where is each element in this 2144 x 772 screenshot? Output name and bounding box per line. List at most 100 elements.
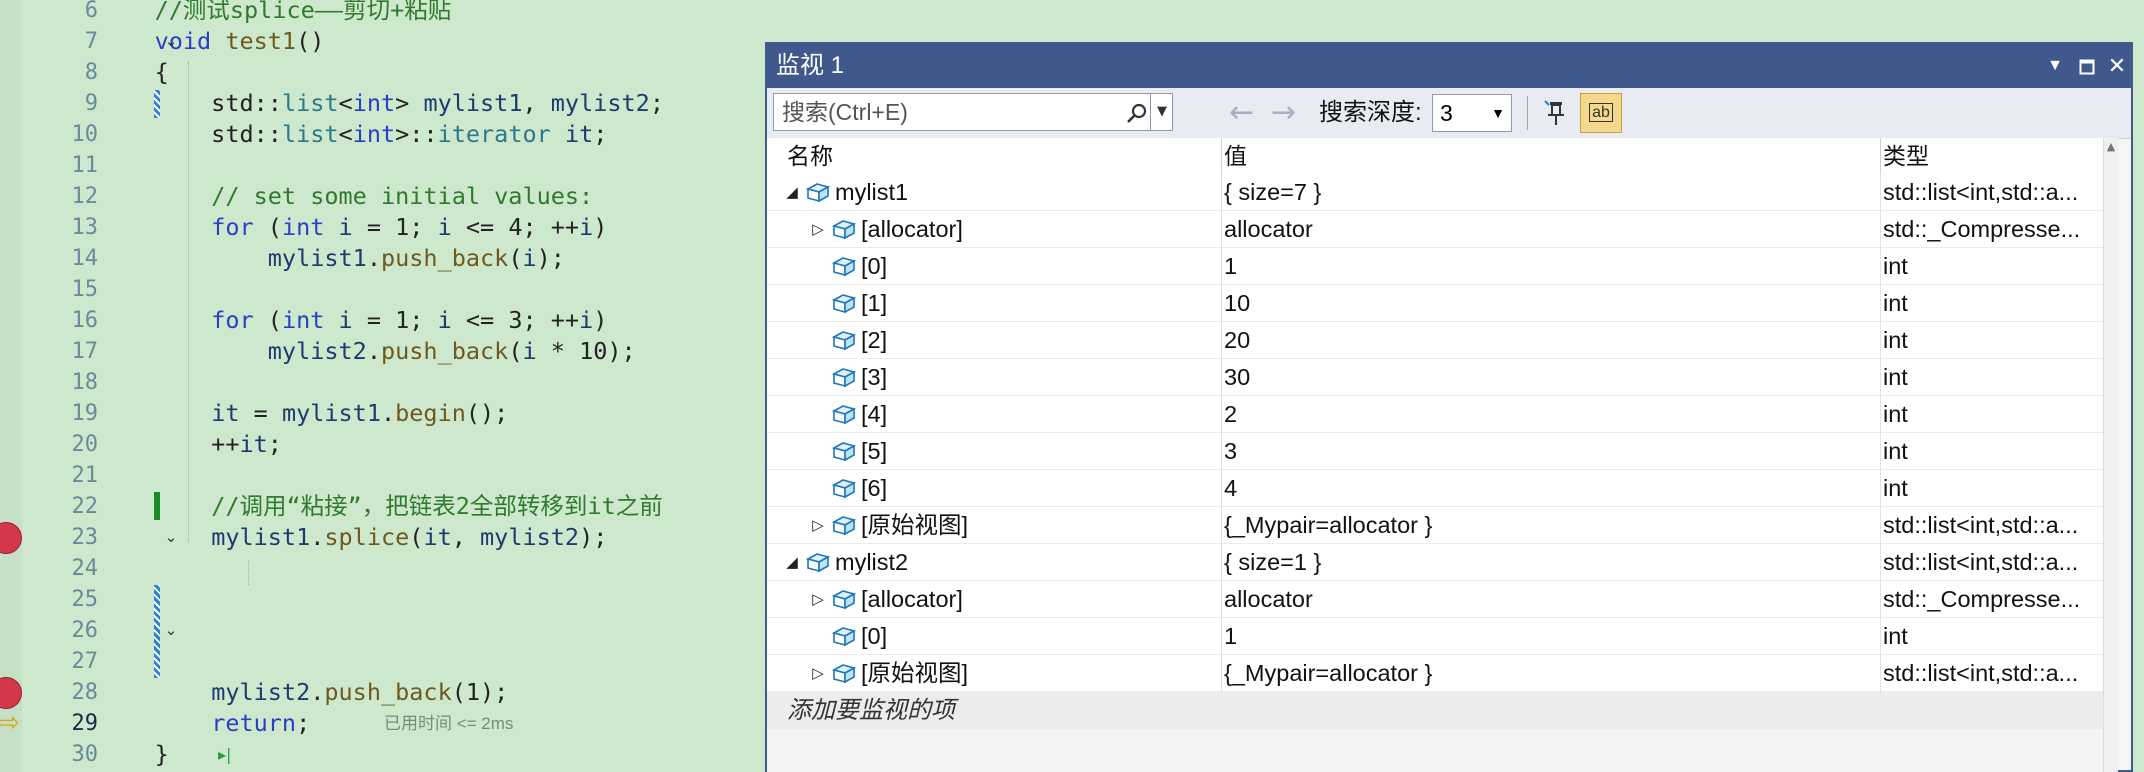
code-line[interactable]: 19 it = mylist1.begin(); bbox=[0, 398, 770, 429]
search-icon[interactable] bbox=[1124, 94, 1150, 130]
code-line[interactable]: 20 ++it; bbox=[0, 429, 770, 460]
fold-toggle-icon[interactable]: ⌄ bbox=[162, 528, 180, 546]
search-box[interactable]: ▼ bbox=[773, 93, 1173, 131]
code-text[interactable]: } bbox=[98, 739, 169, 770]
code-line[interactable]: 13 for (int i = 1; i <= 4; ++i) bbox=[0, 212, 770, 243]
watch-row-value[interactable]: { size=7 } bbox=[1224, 174, 1321, 211]
watch-row-name[interactable]: mylist1 bbox=[835, 174, 908, 211]
code-text[interactable]: mylist2.push_back(i * 10); bbox=[98, 336, 636, 367]
fold-toggle-icon[interactable]: ⌄ bbox=[162, 621, 180, 639]
watch-row[interactable]: ▷ [原始视图] {_Mypair=allocator } std::list<int… bbox=[767, 507, 2103, 544]
code-text[interactable]: ++it; bbox=[98, 429, 282, 460]
watch-row[interactable]: [0] 1 int bbox=[767, 618, 2103, 655]
code-line[interactable]: 24 bbox=[0, 553, 770, 584]
search-depth-select[interactable]: 3 ▼ bbox=[1432, 94, 1512, 132]
watch-row[interactable]: [5] 3 int bbox=[767, 433, 2103, 470]
watch-row-value[interactable]: 1 bbox=[1224, 248, 1237, 285]
code-line[interactable]: 21 bbox=[0, 460, 770, 491]
watch-row[interactable]: [1] 10 int bbox=[767, 285, 2103, 322]
column-header-name[interactable]: 名称 bbox=[787, 138, 833, 174]
code-line[interactable]: 11 bbox=[0, 150, 770, 181]
code-line[interactable]: 7 void test1() ⌄ bbox=[0, 26, 770, 57]
watch-row-name[interactable]: [原始视图] bbox=[861, 655, 968, 692]
watch-row-value[interactable]: 10 bbox=[1224, 285, 1250, 322]
code-line[interactable]: 29 return; ⇨ 已用时间 <= 2ms bbox=[0, 708, 770, 739]
watch-row-value[interactable]: allocator bbox=[1224, 211, 1313, 248]
pin-icon[interactable] bbox=[1540, 94, 1572, 132]
code-line[interactable]: 27 bbox=[0, 646, 770, 677]
watch-row-value[interactable]: 30 bbox=[1224, 359, 1250, 396]
expand-triangle-icon[interactable]: ▷ bbox=[809, 507, 827, 544]
code-text[interactable]: mylist2.push_back(1); bbox=[98, 677, 508, 708]
code-line[interactable]: 30 } ▸| bbox=[0, 739, 770, 770]
fold-toggle-icon[interactable]: ⌄ bbox=[162, 32, 180, 50]
watch-row[interactable]: [2] 20 int bbox=[767, 322, 2103, 359]
watch-row[interactable]: ▷ [allocator] allocator std::_Compresse... bbox=[767, 211, 2103, 248]
code-text[interactable]: //调用“粘接”，把链表2全部转移到it之前 bbox=[98, 491, 663, 522]
code-line[interactable]: 22 //调用“粘接”，把链表2全部转移到it之前 bbox=[0, 491, 770, 522]
expand-triangle-icon[interactable]: ▷ bbox=[809, 581, 827, 618]
watch-row-value[interactable]: { size=1 } bbox=[1224, 544, 1321, 581]
code-text[interactable]: mylist1.push_back(i); bbox=[98, 243, 565, 274]
code-text[interactable]: { bbox=[98, 57, 169, 88]
watch-row-value[interactable]: 2 bbox=[1224, 396, 1237, 433]
watch-row-name[interactable]: [4] bbox=[861, 396, 887, 433]
code-line[interactable]: 14 mylist1.push_back(i); bbox=[0, 243, 770, 274]
watch-row-value[interactable]: {_Mypair=allocator } bbox=[1224, 655, 1432, 692]
code-text[interactable]: // set some initial values: bbox=[98, 181, 593, 212]
code-line[interactable]: 8 { bbox=[0, 57, 770, 88]
watch-row-value[interactable]: {_Mypair=allocator } bbox=[1224, 507, 1432, 544]
code-text[interactable]: void test1() bbox=[98, 26, 325, 57]
watch-row-value[interactable]: 3 bbox=[1224, 433, 1237, 470]
watch-row-name[interactable]: [0] bbox=[861, 618, 887, 655]
collapse-triangle-icon[interactable]: ◢ bbox=[783, 174, 801, 211]
run-to-cursor-icon[interactable]: ▸| bbox=[218, 739, 231, 770]
maximize-icon[interactable] bbox=[2071, 44, 2103, 88]
scroll-up-icon[interactable]: ▲ bbox=[2104, 138, 2118, 156]
code-line[interactable]: 26 ⌄ bbox=[0, 615, 770, 646]
breakpoint-icon[interactable] bbox=[0, 522, 22, 554]
expand-triangle-icon[interactable]: ▷ bbox=[809, 211, 827, 248]
watch-row[interactable]: ▷ [allocator] allocator std::_Compresse... bbox=[767, 581, 2103, 618]
arrow-right-icon[interactable]: → bbox=[1271, 94, 1296, 132]
code-line[interactable]: 18 bbox=[0, 367, 770, 398]
code-line[interactable]: 10 std::list<int>::iterator it; bbox=[0, 119, 770, 150]
code-line[interactable]: 25 bbox=[0, 584, 770, 615]
watch-row-name[interactable]: [0] bbox=[861, 248, 887, 285]
watch-row-value[interactable]: allocator bbox=[1224, 581, 1313, 618]
watch-row-name[interactable]: [2] bbox=[861, 322, 887, 359]
column-header-value[interactable]: 值 bbox=[1224, 138, 1247, 174]
code-line[interactable]: 12 // set some initial values: bbox=[0, 181, 770, 212]
watch-row-value[interactable]: 4 bbox=[1224, 470, 1237, 507]
code-text[interactable]: std::list<int> mylist1, mylist2; bbox=[98, 88, 664, 119]
code-line[interactable]: 23 mylist1.splice(it, mylist2); ⌄ bbox=[0, 522, 770, 554]
code-line[interactable]: 28 mylist2.push_back(1); bbox=[0, 677, 770, 709]
watch-row[interactable]: ◢ mylist2 { size=1 } std::list<int,std::a..… bbox=[767, 544, 2103, 581]
breakpoint-icon[interactable] bbox=[0, 677, 22, 709]
watch-row-name[interactable]: [allocator] bbox=[861, 211, 963, 248]
expand-triangle-icon[interactable]: ▷ bbox=[809, 655, 827, 692]
code-line[interactable]: 9 std::list<int> mylist1, mylist2; bbox=[0, 88, 770, 119]
code-text[interactable]: //测试splice——剪切+粘贴 bbox=[98, 0, 452, 26]
code-text[interactable]: return; bbox=[98, 708, 310, 739]
current-statement-arrow-icon[interactable]: ⇨ bbox=[0, 708, 20, 739]
code-line[interactable]: 16 for (int i = 1; i <= 3; ++i) bbox=[0, 305, 770, 336]
watch-row[interactable]: [3] 30 int bbox=[767, 359, 2103, 396]
watch-title-bar[interactable]: 监视 1 ▼ ✕ bbox=[767, 44, 2131, 88]
chevron-down-icon[interactable]: ▼ bbox=[2039, 44, 2071, 88]
watch-row-name[interactable]: mylist2 bbox=[835, 544, 908, 581]
watch-row[interactable]: ▷ [原始视图] {_Mypair=allocator } std::list<int… bbox=[767, 655, 2103, 692]
code-line[interactable]: 17 mylist2.push_back(i * 10); bbox=[0, 336, 770, 367]
collapse-triangle-icon[interactable]: ◢ bbox=[783, 544, 801, 581]
add-watch-row[interactable]: 添加要监视的项 bbox=[767, 692, 2103, 729]
search-options-chevron-icon[interactable]: ▼ bbox=[1150, 94, 1173, 130]
watch-row[interactable]: [4] 2 int bbox=[767, 396, 2103, 433]
watch-row[interactable]: [6] 4 int bbox=[767, 470, 2103, 507]
code-text[interactable]: for (int i = 1; i <= 3; ++i) bbox=[98, 305, 607, 336]
watch-row-name[interactable]: [5] bbox=[861, 433, 887, 470]
watch-row-name[interactable]: [原始视图] bbox=[861, 507, 968, 544]
watch-row-name[interactable]: [1] bbox=[861, 285, 887, 322]
hex-display-toggle[interactable]: ab bbox=[1580, 93, 1622, 133]
watch-window[interactable]: 监视 1 ▼ ✕ ▼ ← → 搜索深度: 3 ▼ ab 名称 bbox=[765, 42, 2133, 772]
watch-row-value[interactable]: 1 bbox=[1224, 618, 1237, 655]
